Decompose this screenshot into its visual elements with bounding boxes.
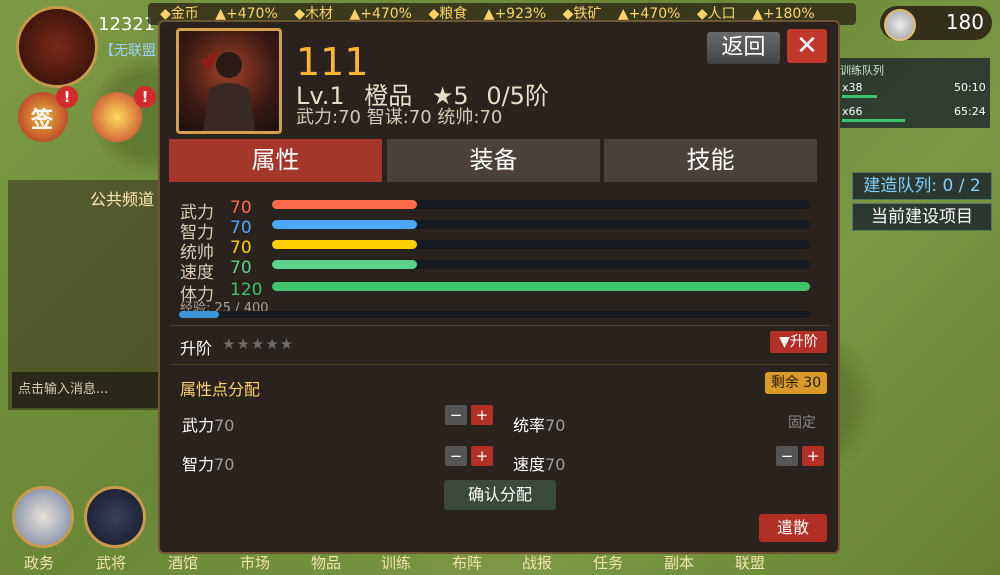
player-name: 12321: [98, 14, 156, 35]
tab-equipment[interactable]: 装备: [387, 139, 600, 182]
ascend-button[interactable]: ▼升阶: [770, 331, 827, 353]
hero-stat-summary: 武力:70 智谋:70 统帅:70: [296, 107, 503, 128]
tab-attributes[interactable]: 属性: [169, 139, 382, 182]
alloc-label-speed: 速度70: [513, 451, 565, 475]
training-row-time: 50:10: [954, 81, 986, 94]
decrease-speed-button[interactable]: −: [776, 446, 798, 466]
divider: [170, 325, 830, 326]
nav-item[interactable]: 任务: [593, 552, 623, 573]
alloc-name: 速度: [513, 455, 546, 474]
alloc-value: 70: [545, 416, 566, 435]
exp-fill: [179, 311, 219, 318]
increase-intellect-button[interactable]: +: [471, 446, 493, 466]
nav-item[interactable]: 副本: [664, 552, 694, 573]
close-icon: ✕: [796, 31, 818, 61]
alliance-label[interactable]: 【无联盟: [100, 40, 156, 60]
stat-bar-fill: [272, 200, 417, 209]
event1-alert-badge: !: [56, 86, 78, 108]
warrior-silhouette-icon: [199, 49, 255, 131]
chat-title[interactable]: 公共频道: [90, 186, 154, 210]
nav-item[interactable]: 联盟: [735, 552, 765, 573]
stat-bar-fill: [272, 282, 810, 291]
stat-value: 70: [230, 238, 252, 258]
close-button[interactable]: ✕: [787, 29, 827, 63]
training-queue-title: 训练队列: [840, 64, 884, 77]
dismiss-hero-button[interactable]: 遣散: [759, 514, 827, 542]
alloc-value: 70: [545, 455, 566, 474]
alloc-label-intellect: 智力70: [182, 451, 234, 475]
sign-in-text: 签: [31, 108, 54, 133]
current-build-button[interactable]: 当前建设项目: [852, 203, 992, 231]
back-button[interactable]: 返回: [707, 32, 780, 64]
training-progress-bar: [842, 95, 877, 98]
nav-item[interactable]: 训练: [381, 552, 411, 573]
training-progress-bar: [842, 119, 905, 122]
decrease-intellect-button[interactable]: −: [445, 446, 467, 466]
nav-item[interactable]: 武将: [96, 552, 126, 573]
remaining-points-badge: 剩余 30: [765, 372, 827, 394]
stat-value: 70: [230, 258, 252, 278]
stat-value: 70: [230, 218, 252, 238]
ascend-stars: ★★★★★: [222, 335, 295, 353]
confirm-allocation-button[interactable]: 确认分配: [444, 480, 556, 510]
alloc-name: 武力: [182, 416, 215, 435]
nav-item[interactable]: 市场: [240, 552, 270, 573]
event2-alert-badge: !: [134, 86, 156, 108]
training-row-count: x66: [842, 105, 863, 118]
alloc-name: 智力: [182, 455, 215, 474]
chat-input[interactable]: 点击输入消息...: [12, 372, 158, 408]
fixed-label: 固定: [788, 415, 816, 431]
increase-speed-button[interactable]: +: [802, 446, 824, 466]
nav-item[interactable]: 布阵: [452, 552, 482, 573]
coin-icon: [884, 9, 916, 41]
increase-might-button[interactable]: +: [471, 405, 493, 425]
tab-skills[interactable]: 技能: [604, 139, 817, 182]
exp-track: [179, 311, 810, 318]
player-avatar[interactable]: [16, 6, 98, 88]
general-icon[interactable]: [84, 486, 146, 548]
nav-item[interactable]: 物品: [311, 552, 341, 573]
ascend-title: 升阶: [180, 339, 213, 358]
build-queue-button[interactable]: 建造队列: 0 / 2: [852, 172, 992, 200]
hero-portrait: [176, 28, 282, 134]
alloc-label-might: 武力70: [182, 412, 234, 436]
alloc-label-command: 统率70: [513, 412, 565, 436]
stat-value: 70: [230, 198, 252, 218]
training-row-count: x38: [842, 81, 863, 94]
alloc-value: 70: [214, 455, 235, 474]
alloc-name: 统率: [513, 416, 546, 435]
stat-bar-fill: [272, 240, 417, 249]
alloc-value: 70: [214, 416, 235, 435]
training-row-time: 65:24: [954, 105, 986, 118]
government-icon[interactable]: [12, 486, 74, 548]
currency-amount: 180: [945, 10, 984, 34]
nav-item[interactable]: 酒馆: [168, 552, 198, 573]
divider: [170, 364, 830, 365]
nav-item[interactable]: 战报: [522, 552, 552, 573]
stat-bar-fill: [272, 260, 417, 269]
stat-bar-fill: [272, 220, 417, 229]
nav-item[interactable]: 政务: [24, 552, 54, 573]
allocation-title: 属性点分配: [180, 380, 261, 399]
decrease-might-button[interactable]: −: [445, 405, 467, 425]
